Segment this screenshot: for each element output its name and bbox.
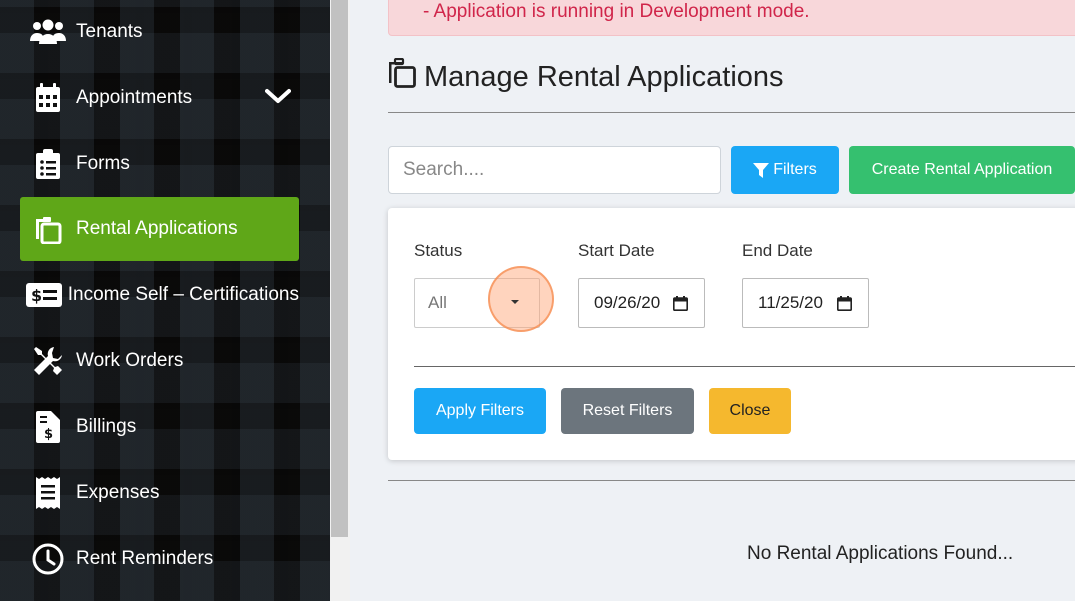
calendar-icon[interactable]	[673, 296, 688, 316]
end-date-value: 11/25/20	[758, 293, 823, 312]
dev-mode-alert: - Application is running in Development …	[388, 0, 1075, 36]
sidebar-item-expenses[interactable]: Expenses	[20, 461, 299, 525]
sidebar-item-tenants[interactable]: Tenants	[20, 0, 299, 64]
sidebar-item-rental-applications[interactable]: Rental Applications	[20, 197, 299, 261]
svg-text:$: $	[44, 427, 53, 442]
copy-icon	[386, 57, 424, 96]
apply-filters-button[interactable]: Apply Filters	[414, 388, 546, 434]
click-indicator	[488, 266, 554, 332]
clock-icon	[20, 543, 76, 575]
panel-divider	[414, 366, 1075, 367]
receipt-icon	[20, 477, 76, 509]
end-date-input[interactable]: 11/25/20	[742, 278, 869, 328]
sidebar: Tenants Appointments Forms Rental Applic…	[0, 0, 330, 601]
copy-icon	[20, 214, 76, 244]
reset-filters-button[interactable]: Reset Filters	[561, 388, 694, 434]
scrollbar-thumb[interactable]	[331, 0, 348, 537]
start-date-input[interactable]: 09/26/20	[578, 278, 705, 328]
calendar-icon	[20, 83, 76, 113]
sidebar-item-label: Work Orders	[76, 350, 184, 371]
start-date-label: Start Date	[578, 241, 655, 260]
divider	[388, 112, 1075, 113]
sidebar-item-label: Rental Applications	[76, 218, 238, 239]
filters-button-label: Filters	[773, 161, 817, 178]
users-icon	[20, 19, 76, 45]
sidebar-item-label: Rent Reminders	[76, 548, 214, 569]
money-check-icon: $	[20, 283, 68, 307]
file-invoice-dollar-icon: $	[20, 411, 76, 443]
page-title-text: Manage Rental Applications	[424, 60, 784, 93]
chevron-down-icon[interactable]	[265, 88, 291, 110]
sidebar-item-rent-reminders[interactable]: Rent Reminders	[20, 527, 299, 591]
search-input[interactable]: Search....	[388, 146, 721, 194]
end-date-label: End Date	[742, 241, 813, 260]
sidebar-item-billings[interactable]: $ Billings	[20, 395, 299, 459]
empty-state-message: No Rental Applications Found...	[747, 543, 1014, 564]
caret-down-icon[interactable]	[511, 300, 519, 304]
svg-text:$: $	[31, 286, 42, 305]
sidebar-item-label: Tenants	[76, 21, 143, 42]
sidebar-item-label: Income Self – Certifications	[67, 284, 299, 305]
clipboard-list-icon	[20, 149, 76, 179]
start-date-value: 09/26/20	[594, 293, 661, 312]
create-rental-application-button[interactable]: Create Rental Application	[849, 146, 1075, 194]
sidebar-item-appointments[interactable]: Appointments	[20, 66, 299, 130]
sidebar-item-work-orders[interactable]: Work Orders	[20, 329, 299, 393]
calendar-icon[interactable]	[837, 296, 852, 316]
divider	[388, 480, 1075, 481]
filter-icon	[753, 162, 770, 178]
filters-button[interactable]: Filters	[731, 146, 839, 194]
sidebar-item-income-self-certifications[interactable]: $ Income Self – Certifications	[20, 263, 299, 327]
page-title: Manage Rental Applications	[386, 57, 784, 96]
close-button[interactable]: Close	[709, 388, 791, 434]
sidebar-item-label: Expenses	[76, 482, 160, 503]
sidebar-item-label: Billings	[76, 416, 137, 437]
sidebar-item-label: Forms	[76, 153, 130, 174]
status-label: Status	[414, 241, 463, 260]
sidebar-item-label: Appointments	[76, 87, 193, 108]
sidebar-item-forms[interactable]: Forms	[20, 132, 299, 196]
tools-icon	[20, 345, 76, 377]
